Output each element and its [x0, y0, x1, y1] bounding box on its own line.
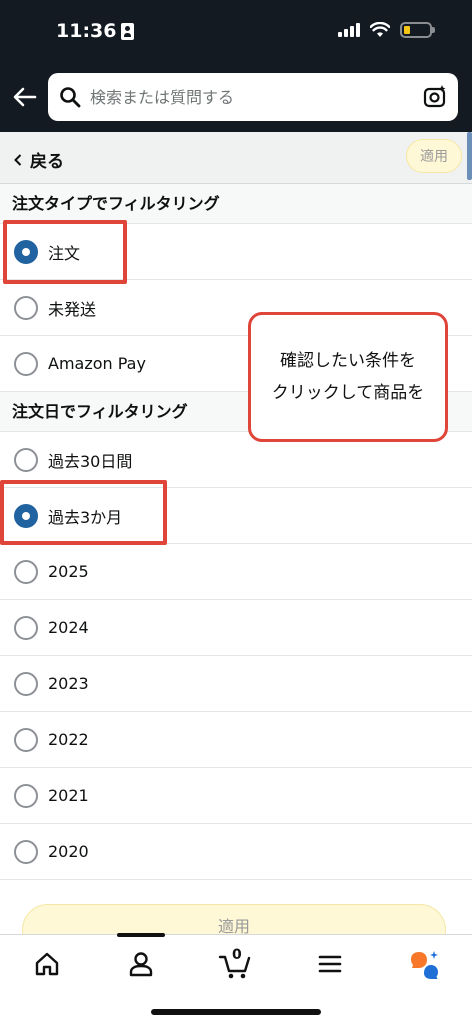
radio-option-order[interactable]: 注文 — [0, 224, 472, 280]
menu-icon[interactable] — [315, 949, 345, 979]
clock: 11:36 — [56, 20, 117, 42]
cart-tab[interactable]: 0 — [218, 945, 254, 981]
radio-button[interactable] — [14, 615, 38, 640]
search-icon — [60, 87, 81, 108]
bottom-tab-bar: 0 — [0, 933, 472, 1024]
back-link[interactable]: 戻る — [14, 147, 64, 172]
radio-option-2022[interactable]: 2022 — [0, 712, 472, 768]
camera-search-icon[interactable] — [422, 84, 448, 110]
back-label: 戻る — [30, 152, 64, 172]
radio-button[interactable] — [14, 351, 38, 376]
radio-option-2020[interactable]: 2020 — [0, 824, 472, 880]
status-icons — [338, 22, 435, 38]
option-label: 2022 — [48, 730, 89, 749]
option-label: 過去30日間 — [48, 451, 133, 471]
status-time: 11:36 — [56, 20, 135, 42]
radio-button[interactable] — [14, 783, 38, 808]
option-label: 2023 — [48, 674, 89, 693]
radio-button[interactable] — [14, 839, 38, 864]
radio-button-selected[interactable] — [14, 503, 38, 528]
option-label: 2024 — [48, 618, 89, 637]
option-label: 過去3か月 — [48, 507, 123, 527]
home-indicator — [151, 1009, 321, 1015]
radio-button-selected[interactable] — [14, 239, 38, 264]
wifi-icon — [370, 22, 390, 37]
radio-option-past-3-months[interactable]: 過去3か月 — [0, 488, 472, 544]
account-icon[interactable] — [126, 949, 156, 979]
ai-assistant-icon[interactable] — [408, 949, 440, 981]
option-label: 2021 — [48, 786, 89, 805]
section-title-order-type: 注文タイプでフィルタリング — [0, 184, 472, 224]
option-label: Amazon Pay — [48, 354, 146, 373]
callout-text: 確認したい条件を クリックして商品を — [272, 345, 425, 409]
battery-icon — [400, 22, 435, 38]
chevron-left-icon — [14, 153, 22, 166]
header-bar: 11:36 — [0, 0, 472, 132]
search-bar[interactable] — [48, 73, 458, 121]
radio-button[interactable] — [14, 727, 38, 752]
signal-icon — [338, 23, 360, 37]
radio-option-2023[interactable]: 2023 — [0, 656, 472, 712]
radio-button[interactable] — [14, 671, 38, 696]
search-input[interactable] — [90, 87, 422, 107]
option-label: 未発送 — [48, 299, 97, 319]
callout-line-1: 確認したい条件を — [280, 351, 416, 371]
back-arrow-icon[interactable] — [12, 84, 38, 110]
annotation-callout: 確認したい条件を クリックして商品を — [248, 312, 448, 442]
callout-line-2: クリックして商品を — [271, 383, 425, 403]
active-tab-indicator — [117, 933, 165, 937]
radio-button[interactable] — [14, 559, 38, 584]
radio-option-2021[interactable]: 2021 — [0, 768, 472, 824]
radio-option-2024[interactable]: 2024 — [0, 600, 472, 656]
option-label: 2025 — [48, 562, 89, 581]
radio-option-2025[interactable]: 2025 — [0, 544, 472, 600]
option-label: 注文 — [48, 243, 81, 263]
option-label: 2020 — [48, 842, 89, 861]
radio-button[interactable] — [14, 295, 38, 320]
filter-nav-row: 戻る 適用 — [0, 132, 472, 184]
apply-button-top[interactable]: 適用 — [406, 139, 462, 173]
radio-button[interactable] — [14, 447, 38, 472]
scrollbar[interactable] — [467, 132, 472, 180]
id-card-icon — [121, 22, 135, 40]
cart-count: 0 — [232, 947, 242, 963]
home-icon[interactable] — [32, 949, 62, 979]
